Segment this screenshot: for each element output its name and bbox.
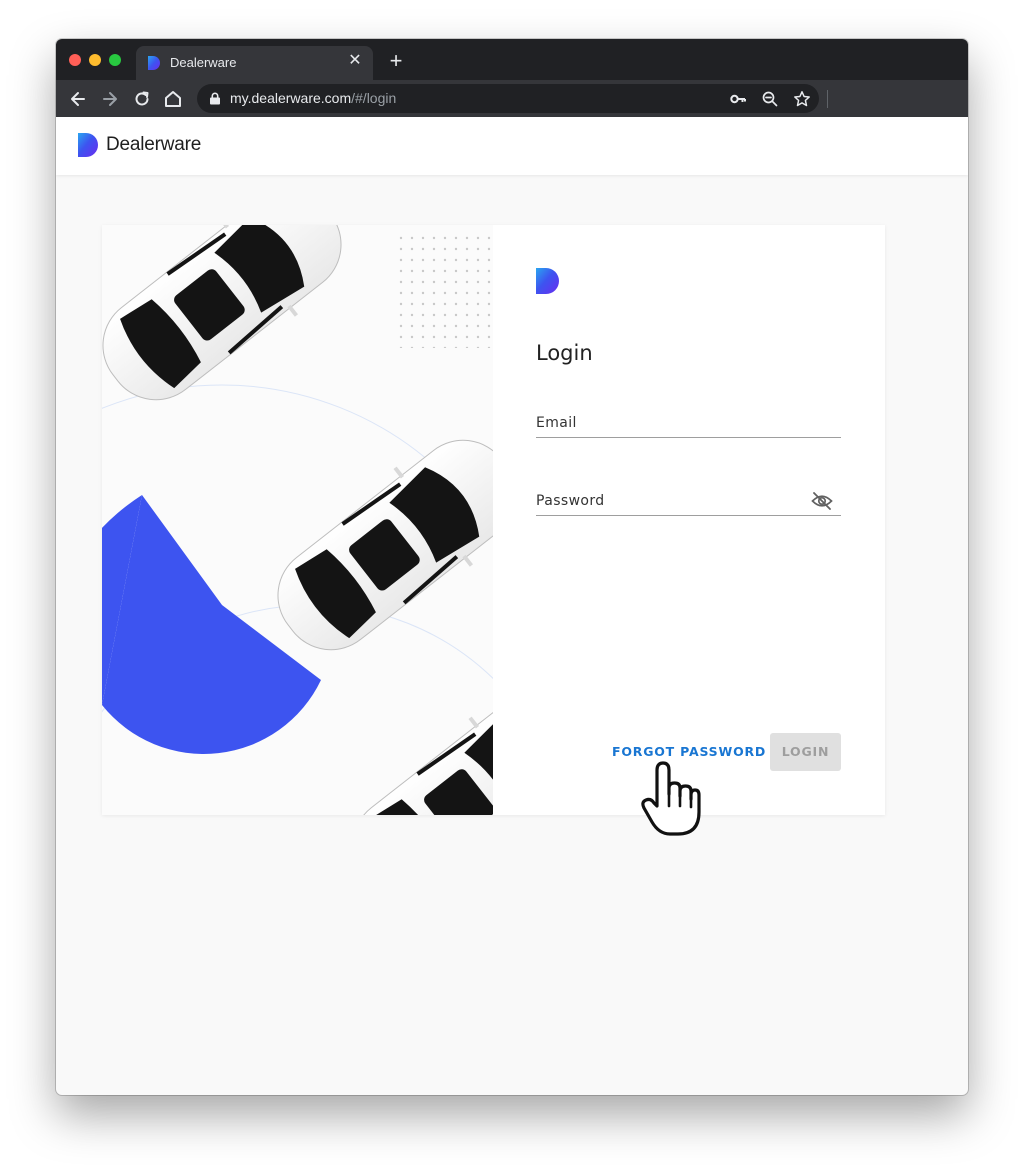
login-button[interactable]: LOGIN: [770, 733, 841, 771]
minimize-window-button[interactable]: [89, 54, 101, 66]
close-tab-icon[interactable]: ✕: [347, 53, 363, 69]
hide-password-icon[interactable]: [811, 491, 833, 511]
url-host: my.dealerware.com: [230, 90, 352, 106]
browser-window: Dealerware ✕ + my.dealerware.com/#/login: [56, 39, 968, 1095]
url-text: my.dealerware.com/#/login: [230, 90, 396, 106]
maximize-window-button[interactable]: [109, 54, 121, 66]
star-icon[interactable]: [793, 90, 811, 108]
brand-name: Dealerware: [106, 134, 202, 155]
key-icon[interactable]: [729, 90, 747, 108]
email-label: Email: [536, 415, 577, 431]
reload-icon[interactable]: [132, 89, 152, 109]
lock-icon: [210, 92, 220, 105]
zoom-out-icon[interactable]: [761, 90, 779, 108]
new-tab-button[interactable]: +: [386, 50, 406, 72]
login-form: Login Email Password FORGOT PASSWORD LOG…: [493, 225, 885, 815]
hand-pointer-cursor-icon: [641, 761, 701, 836]
app-header: Dealerware: [56, 117, 968, 175]
tab-title: Dealerware: [170, 55, 237, 70]
url-path: /#/login: [351, 90, 397, 106]
back-icon[interactable]: [68, 89, 88, 109]
hero-illustration: [102, 225, 493, 815]
password-label: Password: [536, 493, 605, 509]
cars-illustration: [102, 225, 493, 815]
browser-toolbar: my.dealerware.com/#/login: [56, 80, 968, 117]
dealerware-favicon-icon: [148, 56, 160, 70]
browser-tab[interactable]: Dealerware ✕: [136, 46, 373, 80]
home-icon[interactable]: [163, 89, 183, 109]
email-field[interactable]: Email: [536, 399, 841, 438]
tab-strip: Dealerware ✕ +: [56, 39, 968, 80]
login-card: Login Email Password FORGOT PASSWORD LOG…: [102, 225, 885, 815]
close-window-button[interactable]: [69, 54, 81, 66]
login-title: Login: [536, 341, 593, 365]
dealerware-logo-icon[interactable]: [78, 133, 98, 157]
forgot-password-button[interactable]: FORGOT PASSWORD: [612, 744, 766, 759]
toolbar-divider: [827, 90, 828, 108]
address-bar[interactable]: my.dealerware.com/#/login: [197, 84, 819, 113]
dealerware-logo-icon: [536, 268, 559, 294]
forward-icon[interactable]: [100, 89, 120, 109]
password-field[interactable]: Password: [536, 477, 841, 516]
